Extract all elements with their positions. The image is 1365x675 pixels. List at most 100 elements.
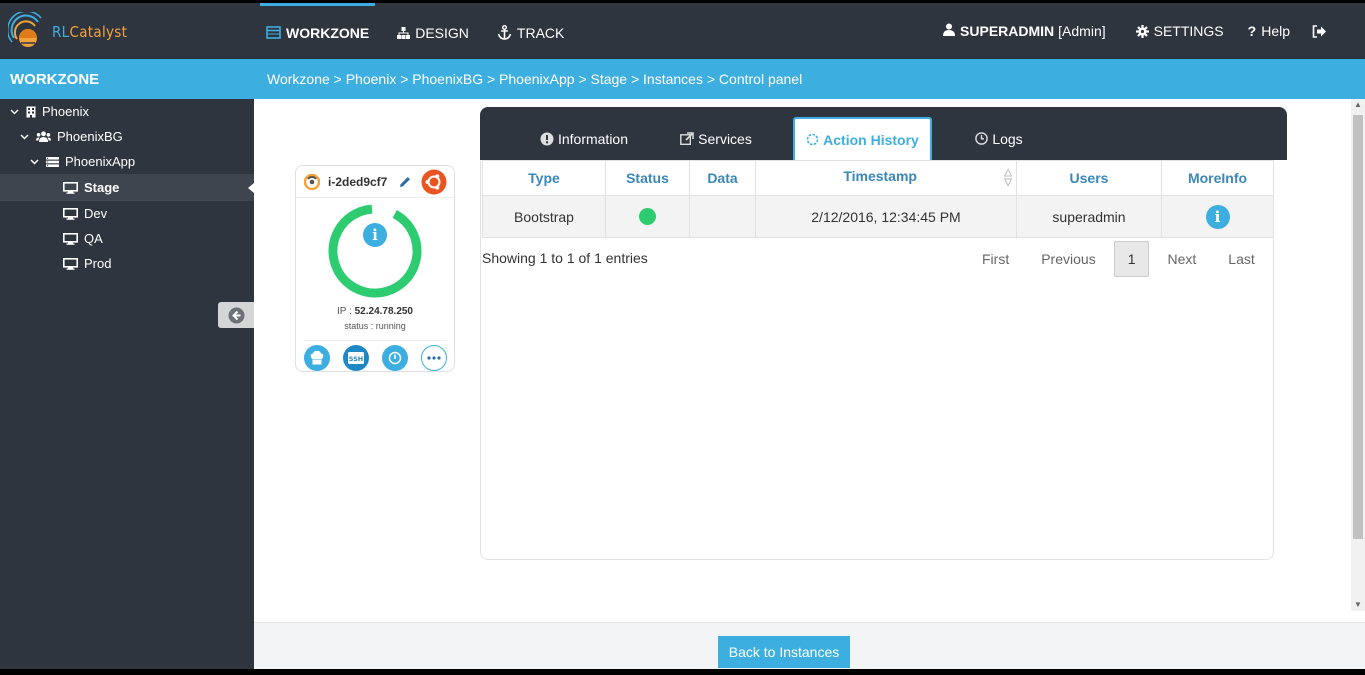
pager-next[interactable]: Next: [1151, 241, 1212, 277]
tree-item-prod[interactable]: Prod: [0, 251, 254, 276]
tree-item-phoenixbg[interactable]: PhoenixBG: [0, 124, 254, 149]
nav-track[interactable]: TRACK: [491, 3, 570, 59]
sidebar-collapse-button[interactable]: [218, 302, 254, 328]
user-menu[interactable]: SUPERADMIN [Admin]: [943, 23, 1106, 39]
tree-item-label: Prod: [84, 256, 112, 271]
more-actions-button[interactable]: [421, 344, 447, 371]
scroll-up-icon[interactable]: ▲: [1351, 99, 1365, 111]
user-area: SUPERADMIN [Admin] SETTINGS ? Help: [943, 3, 1327, 59]
column-header-timestamp[interactable]: Timestamp △ ▽: [755, 160, 1017, 196]
pager-last[interactable]: Last: [1212, 241, 1270, 277]
ip-value: 52.24.78.250: [354, 306, 413, 317]
chef-icon: [304, 173, 320, 190]
sitemap-icon: [397, 26, 411, 39]
pagination: First Previous 1 Next Last: [966, 241, 1271, 277]
nav-track-label: TRACK: [516, 24, 565, 41]
scroll-down-icon[interactable]: ▼: [1351, 599, 1365, 611]
user-icon: [943, 23, 956, 39]
instance-card-header: i-2ded9cf7: [296, 166, 454, 198]
power-button[interactable]: [382, 344, 408, 371]
settings-link[interactable]: SETTINGS: [1135, 23, 1224, 39]
monitor-icon: [63, 232, 78, 245]
ellipsis-icon: [427, 355, 441, 360]
power-icon: [388, 351, 402, 365]
chevron-down-icon[interactable]: [18, 133, 30, 140]
tree-item-label: PhoenixBG: [57, 129, 123, 144]
logo-text: RLCatalyst: [52, 23, 127, 41]
pager-first[interactable]: First: [966, 241, 1025, 277]
tab-information[interactable]: Information: [524, 117, 644, 160]
footer: Back to Instances: [254, 622, 1365, 669]
chevron-down-icon[interactable]: [28, 158, 40, 165]
chevron-down-icon[interactable]: [8, 108, 20, 115]
clock-icon: [975, 132, 989, 145]
tab-logs-label: Logs: [992, 130, 1023, 147]
tab-action-history[interactable]: Action History: [793, 117, 932, 160]
ssh-terminal-icon: SSH: [347, 351, 365, 365]
breadcrumb-text[interactable]: Workzone > Phoenix > PhoenixBG > Phoenix…: [267, 71, 802, 87]
column-header-status[interactable]: Status: [605, 160, 690, 196]
question-icon: ?: [1247, 23, 1257, 39]
cell-timestamp: 2/12/2016, 12:34:45 PM: [755, 195, 1017, 238]
sidebar-title: WORKZONE: [0, 59, 254, 99]
logout-button[interactable]: [1312, 24, 1327, 38]
column-header-users[interactable]: Users: [1016, 160, 1162, 196]
tree-item-stage[interactable]: Stage: [0, 174, 254, 201]
column-header-moreinfo[interactable]: MoreInfo: [1161, 160, 1274, 196]
instance-actions: SSH: [304, 340, 447, 371]
status-success-icon: [639, 208, 656, 226]
breadcrumb: Workzone > Phoenix > PhoenixBG > Phoenix…: [254, 59, 1365, 99]
instance-status: status : running: [344, 321, 406, 331]
workzone-icon: [266, 26, 281, 39]
monitor-icon: [63, 207, 78, 220]
logo[interactable]: RLCatalyst: [6, 10, 127, 52]
app-window: RLCatalyst WORKZONE DESIGN TRACK SUPERAD…: [0, 3, 1365, 669]
nav-design-label: DESIGN: [415, 24, 469, 41]
ip-label: IP :: [337, 306, 355, 317]
monitor-icon: [63, 257, 78, 270]
exclamation-circle-icon: [540, 132, 554, 146]
chef-run-button[interactable]: [304, 344, 330, 371]
server-icon: [46, 156, 59, 167]
tab-services[interactable]: Services: [666, 117, 766, 160]
nav-workzone-label: WORKZONE: [286, 24, 370, 41]
pencil-icon[interactable]: [399, 176, 411, 188]
user-role: [Admin]: [1058, 23, 1106, 39]
tab-action-history-label: Action History: [823, 131, 919, 148]
tree-item-label: Stage: [84, 180, 120, 195]
logo-prefix: RL: [52, 23, 70, 41]
column-header-type[interactable]: Type: [482, 160, 606, 196]
arrow-circle-left-icon: [228, 307, 245, 324]
ubuntu-icon: [421, 169, 447, 195]
cell-type: Bootstrap: [482, 195, 606, 238]
back-to-instances-button[interactable]: Back to Instances: [718, 636, 850, 668]
tree-item-label: PhoenixApp: [65, 154, 136, 169]
help-label: Help: [1261, 23, 1290, 39]
nav-workzone[interactable]: WORKZONE: [260, 3, 376, 59]
sort-icon[interactable]: △ ▽: [1004, 168, 1012, 188]
help-link[interactable]: ? Help: [1248, 23, 1290, 39]
control-panel-tabs: Information Services Action History Logs: [480, 107, 1287, 160]
tree-item-phoenixapp[interactable]: PhoenixApp: [0, 149, 254, 174]
tree-item-dev[interactable]: Dev: [0, 201, 254, 226]
pager-previous[interactable]: Previous: [1025, 241, 1111, 277]
page-scrollbar[interactable]: ▲ ▼: [1351, 99, 1365, 611]
tree-item-phoenix[interactable]: Phoenix: [0, 99, 254, 124]
table-header-row: Type Status Data Timestamp △ ▽ Users MoreI…: [482, 160, 1274, 196]
table-row: Bootstrap 2/12/2016, 12:34:45 PM superad…: [482, 195, 1274, 238]
timestamp-header-label: Timestamp: [843, 168, 917, 184]
cell-status: [605, 195, 690, 238]
info-icon[interactable]: i: [363, 223, 387, 247]
nav-design[interactable]: DESIGN: [391, 3, 475, 59]
pager-current-page[interactable]: 1: [1113, 241, 1150, 277]
column-header-data[interactable]: Data: [689, 160, 756, 196]
user-name: SUPERADMIN: [960, 23, 1055, 39]
cell-moreinfo: i: [1161, 195, 1274, 238]
rlcatalyst-logo-icon: [6, 10, 48, 52]
tab-logs[interactable]: Logs: [964, 117, 1034, 160]
tree-item-qa[interactable]: QA: [0, 226, 254, 251]
ssh-button[interactable]: SSH: [343, 344, 369, 371]
more-info-button[interactable]: i: [1205, 204, 1230, 229]
scroll-thumb[interactable]: [1353, 115, 1363, 539]
action-history-panel: Type Status Data Timestamp △ ▽ Users MoreI…: [480, 160, 1274, 560]
